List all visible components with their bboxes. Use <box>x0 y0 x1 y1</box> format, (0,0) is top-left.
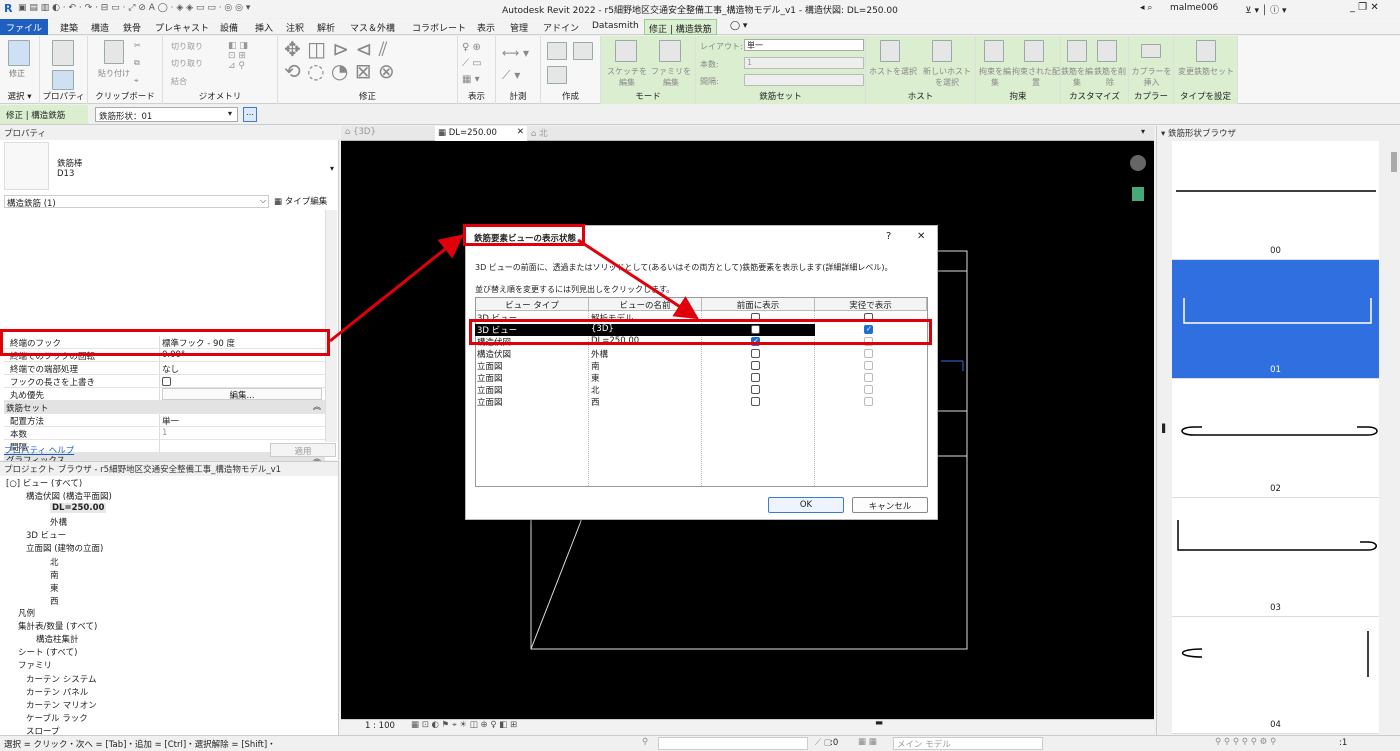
status-hint: 選択 = クリック・次へ = [Tab]・追加 = [Ctrl]・選択解除 = … <box>4 740 276 750</box>
design-options-icon[interactable]: ▦ ▦ <box>858 737 877 747</box>
selection-filter-icons[interactable]: ⚲ ⚲ ⚲ ⚲ ⚲ ⚙ ⚲ <box>1215 737 1276 747</box>
status-bar: 選択 = クリック・次へ = [Tab]・追加 = [Ctrl]・選択解除 = … <box>0 735 1400 751</box>
worksets-icon[interactable]: ⚲ <box>642 737 648 747</box>
design-option-select[interactable]: メイン モデル <box>893 737 1043 750</box>
annotation-arrows <box>329 234 700 343</box>
filter-count: :1 <box>1339 738 1348 748</box>
workset-select[interactable] <box>658 737 808 750</box>
zero-counter: :0 <box>830 738 839 748</box>
